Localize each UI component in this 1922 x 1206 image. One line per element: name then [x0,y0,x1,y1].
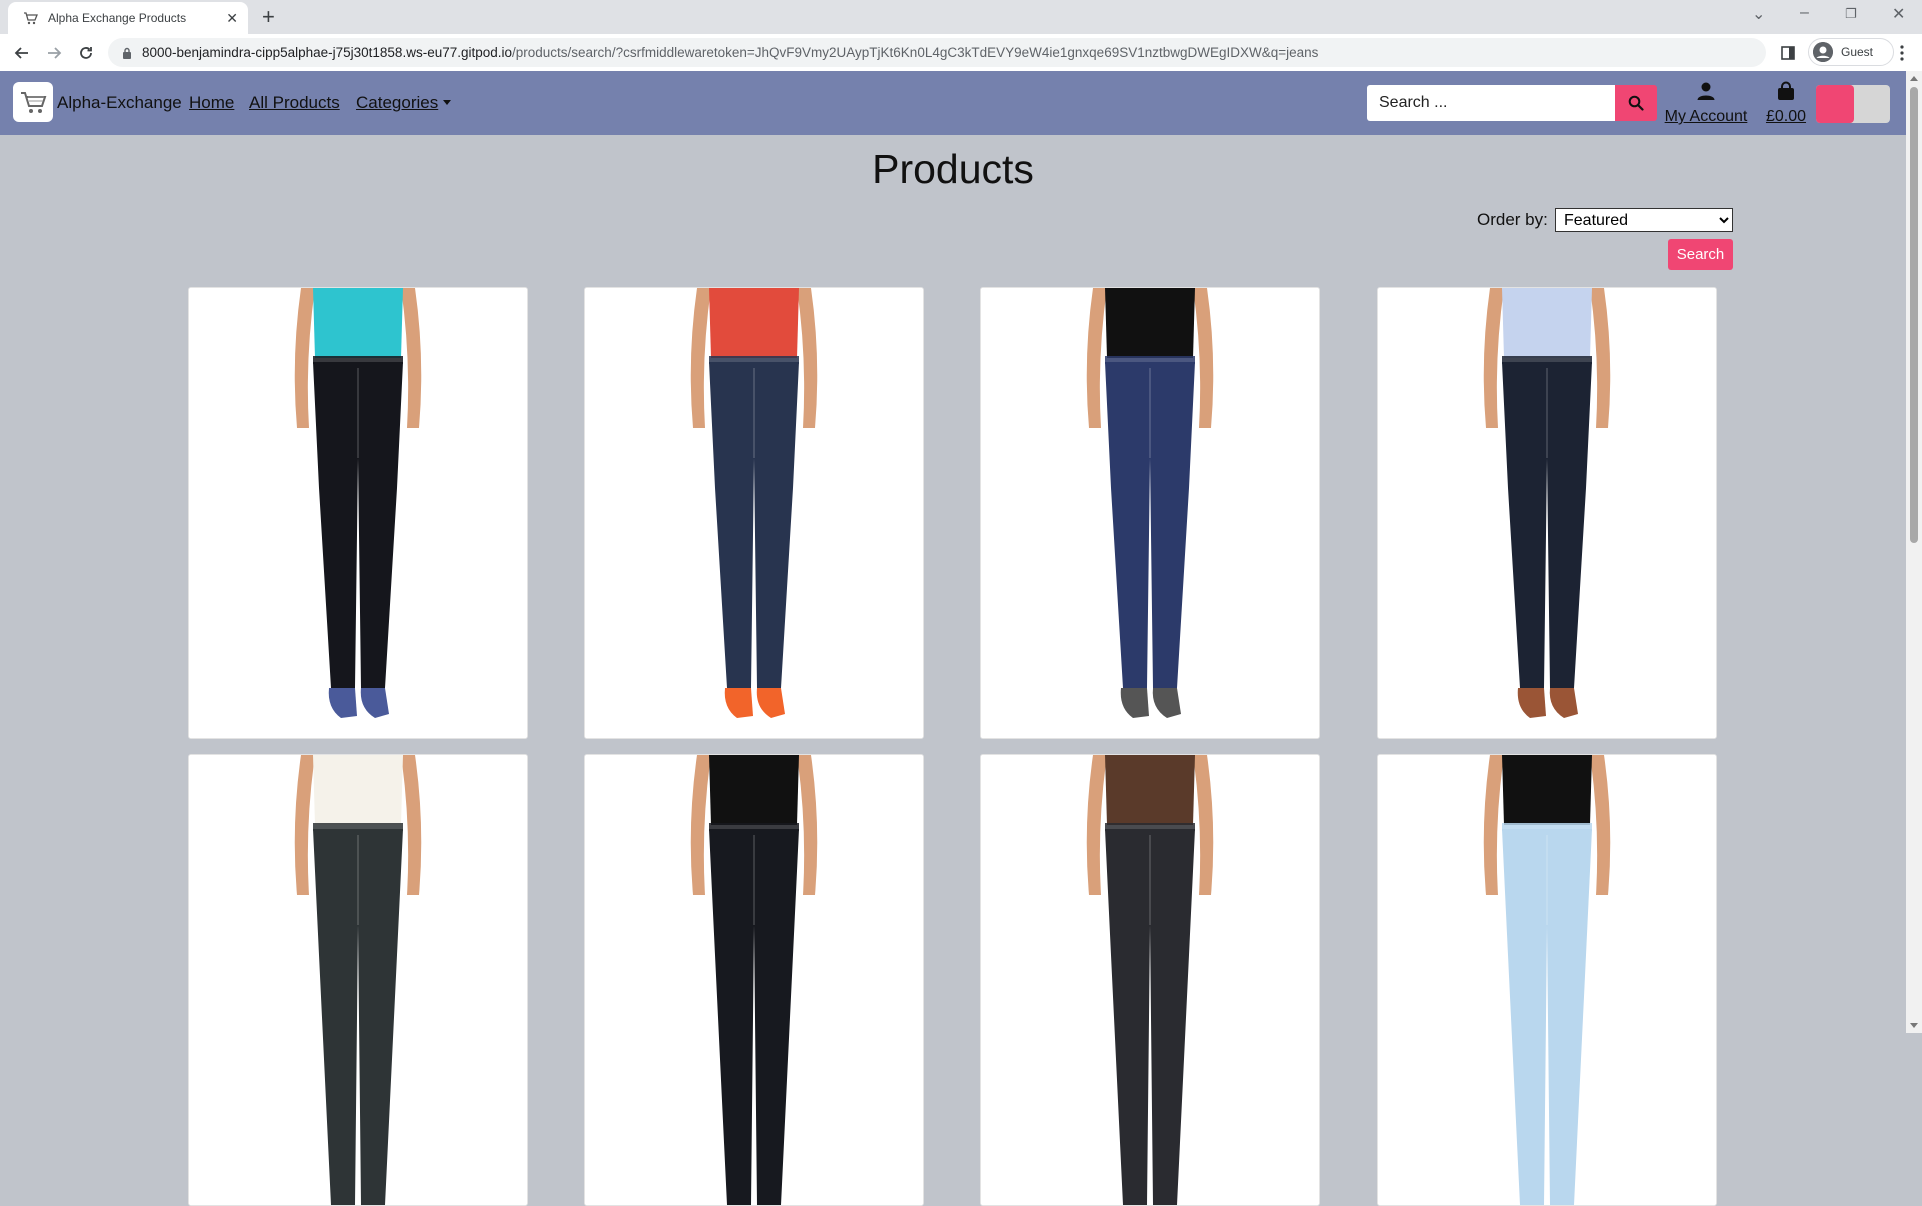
new-tab-button[interactable]: + [262,6,275,28]
lock-icon [123,47,131,59]
scroll-down-icon[interactable] [1910,1023,1918,1028]
jeans-image [189,288,527,738]
site-navbar: Alpha-Exchange Home All Products Categor… [0,71,1906,135]
order-by-select[interactable]: Featured [1555,208,1733,232]
cart-favicon-icon [24,12,38,25]
tab-close-icon[interactable]: ✕ [226,10,238,27]
browser-toolbar: 8000-benjamindra-cipp5alphae-j75j30t1858… [0,34,1922,72]
order-by-label: Order by: [1477,210,1548,229]
tab-title: Alpha Exchange Products [48,11,187,25]
address-bar[interactable]: 8000-benjamindra-cipp5alphae-j75j30t1858… [108,38,1766,67]
nav-link-categories[interactable]: Categories [356,93,452,113]
site-logo[interactable] [13,82,53,122]
url-text: 8000-benjamindra-cipp5alphae-j75j30t1858… [142,45,1318,60]
nav-link-all-products[interactable]: All Products [249,93,340,113]
site-search-input[interactable] [1367,85,1615,121]
my-account-link[interactable]: My Account [1660,81,1752,126]
window-close-icon[interactable]: ✕ [1892,4,1905,24]
jeans-image [189,755,527,1205]
jeans-image [981,288,1319,738]
categories-label: Categories [356,93,439,112]
product-card[interactable] [1377,754,1717,1206]
url-host: 8000-benjamindra-cipp5alphae-j75j30t1858… [142,45,513,60]
browser-tab-strip: Alpha Exchange Products ✕ + ⌄ – ❐ ✕ [0,0,1922,34]
product-card[interactable] [980,287,1320,739]
shopping-bag-link[interactable]: £0.00 [1762,81,1810,126]
product-card[interactable] [980,754,1320,1206]
product-card[interactable] [188,754,528,1206]
reload-icon[interactable] [74,41,98,65]
restore-icon[interactable]: ❐ [1845,6,1857,22]
page-title: Products [872,146,1034,192]
toggle-knob [1816,85,1854,123]
browser-menu-icon[interactable] [1890,41,1914,65]
jeans-image [1378,288,1716,738]
scroll-up-icon[interactable] [1910,76,1918,81]
back-icon[interactable] [10,41,34,65]
scrollbar-thumb[interactable] [1910,87,1918,543]
product-card[interactable] [1377,287,1717,739]
brand-name[interactable]: Alpha-Exchange [57,93,182,113]
product-card[interactable] [584,287,924,739]
bag-total: £0.00 [1765,108,1807,125]
product-card[interactable] [584,754,924,1206]
nav-link-home[interactable]: Home [189,93,234,113]
side-panel-icon[interactable] [1776,41,1800,65]
profile-label: Guest [1841,45,1874,59]
my-account-label: My Account [1664,108,1748,125]
url-path: /products/search/?csrfmiddlewaretoken=Jh… [512,45,1319,60]
shopping-cart-icon [21,92,47,113]
guest-avatar-icon [1813,42,1833,62]
browser-tab[interactable]: Alpha Exchange Products ✕ [8,2,248,34]
jeans-image [585,288,923,738]
product-card[interactable] [188,287,528,739]
tab-search-icon[interactable]: ⌄ [1752,4,1765,24]
page-scrollbar[interactable] [1906,71,1922,1033]
jeans-image [585,755,923,1205]
search-icon [1628,95,1644,111]
profile-button[interactable]: Guest [1808,38,1894,66]
site-search-button[interactable] [1615,85,1657,121]
user-icon [1697,82,1715,100]
minimize-icon[interactable]: – [1800,4,1809,22]
jeans-image [1378,755,1716,1205]
jeans-image [981,755,1319,1205]
forward-icon[interactable] [42,41,66,65]
shopping-bag-icon [1778,81,1794,100]
caret-down-icon [443,100,452,105]
theme-toggle[interactable] [1816,85,1890,123]
order-search-button[interactable]: Search [1668,239,1733,270]
